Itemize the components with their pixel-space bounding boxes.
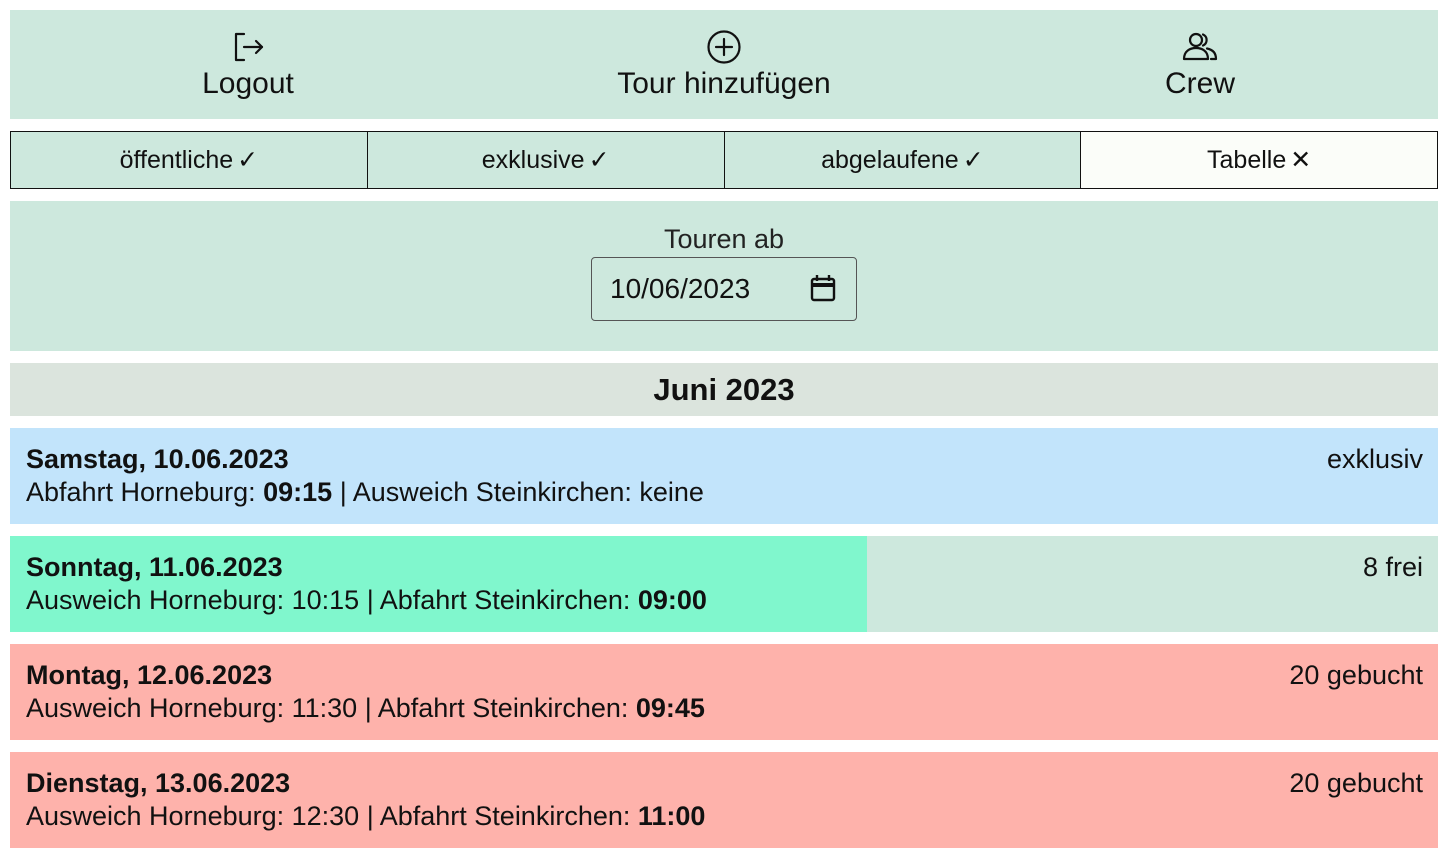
tour-times: Ausweich Horneburg: 10:15 | Abfahrt Stei… <box>26 585 707 616</box>
date-filter-label: Touren ab <box>663 224 785 254</box>
tour-status: 20 gebucht <box>1289 768 1423 798</box>
logout-button[interactable]: Logout <box>10 10 486 119</box>
plus-circle-icon <box>707 30 741 64</box>
date-filter-panel: Touren ab 10/06/2023 <box>10 201 1438 351</box>
tour-departure-time: 09:15 <box>263 477 333 507</box>
tour-row[interactable]: Montag, 12.06.2023 Ausweich Horneburg: 11… <box>10 644 1438 740</box>
tour-time-label: Abfahrt Horneburg: <box>26 477 264 507</box>
tour-time-separator: | <box>332 477 353 507</box>
tour-times: Ausweich Horneburg: 11:30 | Abfahrt Stei… <box>26 693 705 724</box>
tour-departure-time: 09:45 <box>635 693 705 723</box>
add-tour-label: Tour hinzufügen <box>617 67 831 100</box>
filter-bar: öffentliche ✓ exklusive ✓ abgelaufene ✓ … <box>10 131 1438 189</box>
tour-departure-time: 11:00 <box>637 801 706 831</box>
tour-time-label: Ausweich Horneburg: 12:30 <box>26 801 360 831</box>
filter-expired-toggle[interactable]: abgelaufene ✓ <box>724 132 1082 188</box>
logout-label: Logout <box>202 67 294 100</box>
filter-label: exklusive <box>481 145 585 174</box>
tour-time-label: Abfahrt Steinkirchen: <box>377 693 636 723</box>
filter-label: öffentliche <box>119 145 234 174</box>
tour-row[interactable]: Samstag, 10.06.2023 Abfahrt Horneburg: 09… <box>10 428 1438 524</box>
filter-exclusive-toggle[interactable]: exklusive ✓ <box>367 132 725 188</box>
date-input-value: 10/06/2023 <box>610 273 751 304</box>
filter-label: Tabelle <box>1207 145 1287 174</box>
tour-row[interactable]: Sonntag, 11.06.2023 Ausweich Horneburg: 1… <box>10 536 1438 632</box>
tour-capacity-fill <box>10 644 1438 740</box>
tour-time-label: Ausweich Horneburg: 10:15 <box>26 585 360 615</box>
tour-time-label: Ausweich Horneburg: 11:30 <box>26 693 358 723</box>
calendar-icon[interactable] <box>810 274 836 302</box>
tour-time-separator: | <box>359 585 380 615</box>
tour-time-separator: | <box>357 693 378 723</box>
check-icon: ✓ <box>962 146 984 174</box>
crew-button[interactable]: Crew <box>962 10 1438 119</box>
check-icon: ✓ <box>588 146 610 174</box>
tour-capacity-fill <box>10 536 867 632</box>
tour-date: Montag, 12.06.2023 <box>26 660 273 690</box>
tour-date: Sonntag, 11.06.2023 <box>26 552 283 582</box>
tour-departure-time: 09:00 <box>637 585 707 615</box>
filter-label: abgelaufene <box>821 145 959 174</box>
top-navigation: Logout Tour hinzufügen Crew <box>10 10 1438 119</box>
add-tour-button[interactable]: Tour hinzufügen <box>486 10 962 119</box>
tour-times: Ausweich Horneburg: 12:30 | Abfahrt Stei… <box>26 801 705 832</box>
tour-capacity-fill <box>10 428 1438 524</box>
tour-times: Abfahrt Horneburg: 09:15 | Ausweich Stei… <box>26 477 704 508</box>
date-input[interactable]: 10/06/2023 <box>591 257 857 321</box>
tour-row[interactable]: Dienstag, 13.06.2023 Ausweich Horneburg: … <box>10 752 1438 848</box>
tour-status: 20 gebucht <box>1289 660 1423 690</box>
crew-label: Crew <box>1164 67 1235 100</box>
tour-time-separator: | <box>359 801 380 831</box>
filter-public-toggle[interactable]: öffentliche ✓ <box>11 132 368 188</box>
month-header: Juni 2023 <box>10 363 1438 416</box>
check-icon: ✓ <box>237 146 259 174</box>
tour-date: Samstag, 10.06.2023 <box>26 444 289 474</box>
close-icon: ✕ <box>1290 146 1312 174</box>
tour-time-label: Ausweich Steinkirchen: keine <box>352 477 704 507</box>
users-icon <box>1182 32 1218 61</box>
logout-icon <box>234 32 264 62</box>
tour-time-label: Abfahrt Steinkirchen: <box>379 585 638 615</box>
tour-status: exklusiv <box>1326 444 1423 474</box>
filter-table-toggle[interactable]: Tabelle ✕ <box>1081 132 1437 188</box>
tour-capacity-fill <box>10 752 1438 848</box>
tour-date: Dienstag, 13.06.2023 <box>26 768 291 798</box>
tour-status: 8 frei <box>1362 552 1423 582</box>
tour-time-label: Abfahrt Steinkirchen: <box>379 801 638 831</box>
